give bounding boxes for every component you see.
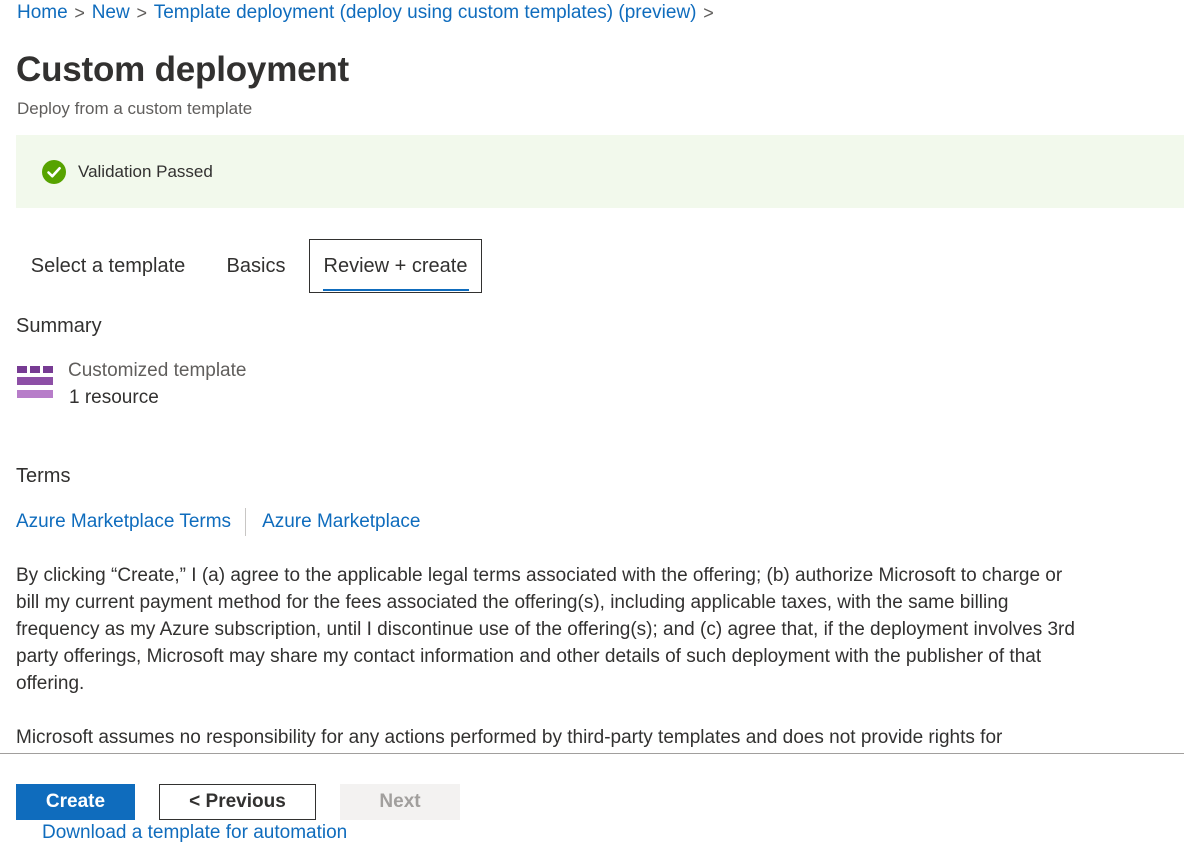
footer-divider	[0, 753, 1184, 754]
terms-heading: Terms	[16, 465, 71, 487]
validation-status-text: Validation Passed	[78, 161, 213, 181]
tab-label: Select a template	[30, 254, 186, 277]
validation-banner: Validation Passed	[16, 135, 1184, 208]
terms-links: Azure Marketplace Terms Azure Marketplac…	[16, 507, 420, 537]
previous-button[interactable]: < Previous	[159, 784, 316, 820]
azure-marketplace-link[interactable]: Azure Marketplace	[262, 511, 420, 533]
tab-label: Review + create	[323, 254, 468, 277]
page-title: Custom deployment	[16, 50, 350, 89]
tab-review-create[interactable]: Review + create	[309, 239, 482, 293]
tab-basics[interactable]: Basics	[216, 239, 296, 293]
breadcrumb-home-link[interactable]: Home	[17, 2, 68, 24]
chevron-right-icon: >	[703, 2, 714, 23]
breadcrumb-new-link[interactable]: New	[92, 2, 130, 24]
selected-tab-indicator	[323, 289, 469, 291]
download-template-link[interactable]: Download a template for automation	[42, 822, 347, 844]
page-subtitle: Deploy from a custom template	[17, 99, 253, 118]
terms-paragraph-2: Microsoft assumes no responsibility for …	[16, 727, 1003, 748]
summary-heading: Summary	[16, 315, 102, 337]
breadcrumb-template-deployment-link[interactable]: Template deployment (deploy using custom…	[154, 2, 697, 24]
azure-marketplace-terms-link[interactable]: Azure Marketplace Terms	[16, 511, 231, 533]
chevron-right-icon: >	[74, 2, 85, 23]
create-button[interactable]: Create	[16, 784, 135, 820]
template-icon	[17, 366, 53, 398]
link-divider	[245, 508, 247, 536]
template-name: Customized template	[68, 360, 247, 381]
tab-label: Basics	[226, 254, 286, 277]
breadcrumb: Home > New > Template deployment (deploy…	[17, 0, 721, 26]
resource-count: 1 resource	[69, 387, 159, 408]
tab-select-template[interactable]: Select a template	[16, 239, 200, 293]
check-circle-icon	[42, 159, 66, 184]
terms-paragraph: By clicking “Create,” I (a) agree to the…	[16, 565, 1075, 694]
chevron-right-icon: >	[136, 2, 147, 23]
next-button[interactable]: Next	[340, 784, 460, 820]
